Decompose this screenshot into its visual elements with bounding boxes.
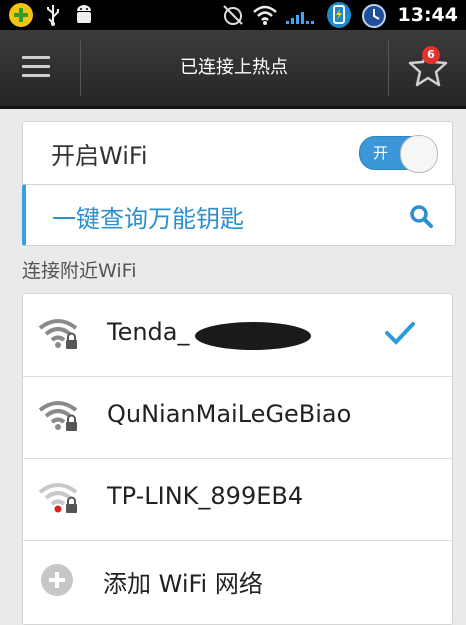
network-list: Tenda_ QuNianMaiLeGeBiao TP-LINK_899EB4 … <box>22 293 453 625</box>
wifi-locked-icon <box>38 319 78 349</box>
divider <box>388 40 389 96</box>
wifi-weak-locked-icon <box>38 483 78 513</box>
clock-time: 13:44 <box>397 4 458 26</box>
wifi-locked-icon <box>38 401 78 431</box>
menu-button[interactable] <box>18 48 58 88</box>
network-item[interactable]: Tenda_ <box>23 294 452 377</box>
status-bar: 13:44 <box>0 0 466 30</box>
network-name: TP-LINK_899EB4 <box>107 482 304 510</box>
wifi-toggle-row: 开启WiFi 开 <box>22 121 453 185</box>
battery-icon <box>326 2 351 28</box>
query-master-key-button[interactable]: 一键查询万能钥匙 <box>22 184 456 246</box>
title-bar: 已连接上热点 6 <box>0 30 466 109</box>
android-debug-icon <box>77 5 91 23</box>
wifi-signal-icon <box>252 5 277 25</box>
section-title: 连接附近WiFi <box>22 260 137 282</box>
page-title: 已连接上热点 <box>180 57 288 78</box>
alarm-off-icon <box>222 5 243 25</box>
wifi-toggle-label: 开启WiFi <box>51 142 148 170</box>
network-item[interactable]: QuNianMaiLeGeBiao <box>23 376 452 459</box>
plus-icon <box>41 564 73 596</box>
alarm-clock-icon <box>361 4 386 28</box>
toggle-knob <box>400 135 438 173</box>
network-name: QuNianMaiLeGeBiao <box>107 400 352 428</box>
notification-badge: 6 <box>422 46 440 64</box>
check-icon <box>385 322 415 345</box>
network-name-text: Tenda_ <box>107 318 190 346</box>
add-network-label: 添加 WiFi 网络 <box>103 570 263 598</box>
search-icon <box>410 205 433 228</box>
toggle-state-text: 开 <box>373 144 389 162</box>
network-item[interactable]: TP-LINK_899EB4 <box>23 458 452 541</box>
query-label: 一键查询万能钥匙 <box>52 205 244 233</box>
redacted-mark <box>195 322 311 350</box>
cell-signal-icon <box>285 12 314 24</box>
usb-icon <box>47 5 59 26</box>
watermark: Baidu 经验 <box>350 555 423 571</box>
wifi-toggle-switch[interactable]: 开 <box>359 135 438 173</box>
divider <box>80 40 81 96</box>
app-360-icon <box>9 3 33 27</box>
